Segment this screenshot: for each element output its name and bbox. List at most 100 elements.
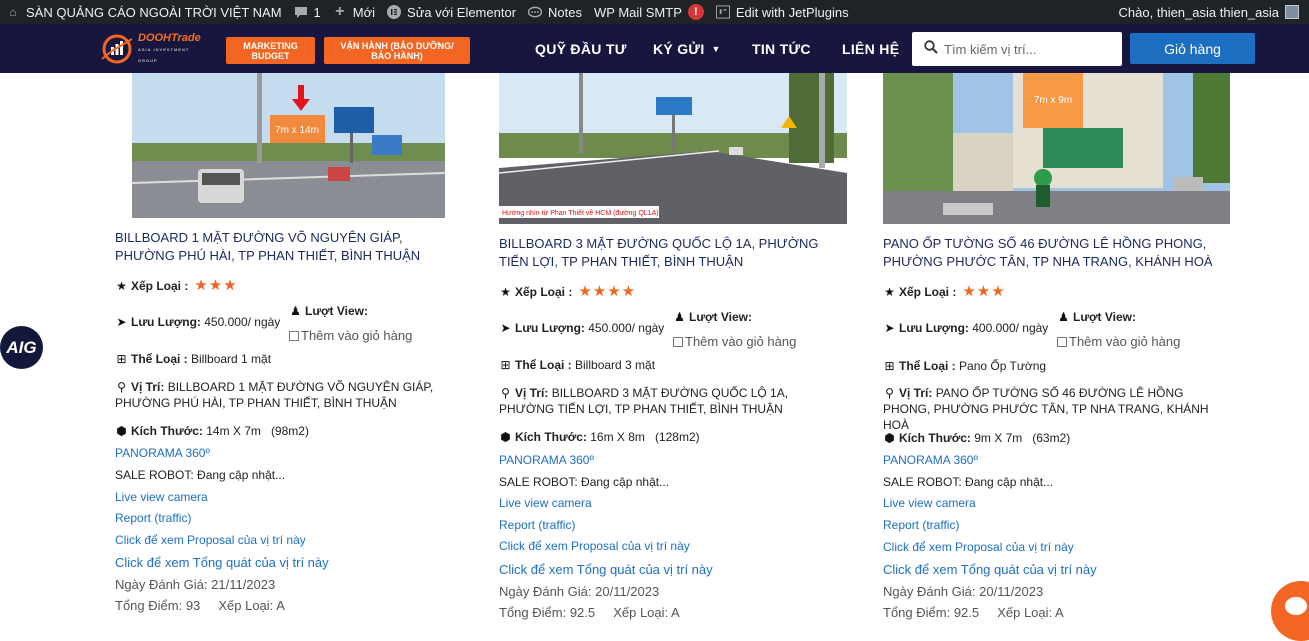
location-label: Vị Trí: [131, 380, 165, 394]
add-to-cart-checkbox[interactable] [289, 331, 299, 341]
paper-plane-icon: ➤ [884, 321, 895, 335]
admin-jetplugins[interactable]: Edit with JetPlugins [710, 0, 855, 24]
nav-label: QUỸ ĐẦU TƯ [535, 41, 627, 57]
search-box [912, 32, 1122, 66]
grade-value: A [671, 605, 680, 620]
size-value: 16m X 8m [590, 430, 645, 444]
traffic-row: ➤ Lưu Lượng: 450.000/ ngày [499, 320, 664, 336]
add-to-cart[interactable]: Thêm vào giỏ hàng [1057, 334, 1180, 350]
cube-icon: ⬢ [500, 430, 511, 444]
report-link[interactable]: Report (traffic) [883, 518, 959, 532]
location-label: Vị Trí: [899, 386, 933, 400]
admin-comments[interactable]: 1 [288, 0, 327, 24]
score-value: 93 [185, 598, 201, 613]
proposal-link[interactable]: Click để xem Proposal của vị trí này [115, 533, 306, 547]
nav-lien-he[interactable]: LIÊN HỆ [842, 41, 899, 57]
location-row: ⚲ Vị Trí: PANO ỐP TƯỜNG SỐ 46 ĐƯỜNG LÊ HỒ… [883, 385, 1223, 433]
overview-link[interactable]: Click để xem Tổng quát của vị trí này [883, 562, 1097, 577]
chat-bubble-icon[interactable] [1271, 581, 1309, 641]
panorama-link[interactable]: PANORAMA 360º [883, 453, 978, 467]
card-title[interactable]: BILLBOARD 3 MẶT ĐƯỜNG QUỐC LỘ 1A, PHƯỜNG… [499, 235, 849, 271]
views-label: Lượt View: [305, 304, 369, 318]
rank-label: Xếp Loại : [131, 279, 189, 293]
score-label: Tổng Điểm: [499, 605, 567, 620]
admin-notes[interactable]: Notes [522, 0, 588, 24]
traffic-label: Lưu Lượng: [515, 321, 585, 335]
eval-date: Ngày Đánh Giá: 20/11/2023 [883, 584, 1043, 599]
add-to-cart-checkbox[interactable] [1057, 337, 1067, 347]
traffic-value: 450.000/ ngày [204, 315, 281, 329]
eval-date-label: Ngày Đánh Giá: [499, 584, 592, 599]
overview-link[interactable]: Click để xem Tổng quát của vị trí này [115, 555, 329, 570]
cube-icon: ⬢ [884, 431, 895, 445]
views-row: ♟ Lượt View: [673, 309, 752, 325]
nav-tin-tuc[interactable]: TIN TỨC [752, 41, 811, 57]
live-camera-link[interactable]: Live view camera [883, 496, 976, 510]
type-label: Thể Loại : [899, 359, 956, 373]
site-logo[interactable]: DOOHTrade ASIA INVESTMENT GROUP [100, 32, 210, 65]
admin-elementor[interactable]: Sửa với Elementor [381, 0, 522, 24]
nav-label: LIÊN HỆ [842, 41, 900, 57]
type-row: ⊞ Thể Loại : Billboard 3 mặt [499, 357, 655, 373]
eval-date-label: Ngày Đánh Giá: [883, 584, 976, 599]
star-icon: ★ [884, 285, 895, 299]
search-input[interactable] [944, 41, 1114, 57]
admin-smtp[interactable]: WP Mail SMTP ! [588, 0, 710, 24]
billboard-photo[interactable]: Hướng nhìn từ Phan Thiết về HCM (đường Q… [499, 73, 847, 224]
billboard-photo[interactable]: 7m x 14m [132, 73, 445, 218]
score-row: Tổng Điểm: 92.5 Xếp Loại: A [883, 605, 1064, 620]
proposal-link[interactable]: Click để xem Proposal của vị trí này [499, 539, 690, 553]
area-value: (98m2) [270, 424, 309, 438]
paper-plane-icon: ➤ [500, 321, 511, 335]
admin-new[interactable]: + Mới [327, 0, 381, 24]
sale-robot-text: SALE ROBOT: Đang cập nhật... [499, 475, 670, 489]
location-value: PANO ỐP TƯỜNG SỐ 46 ĐƯỜNG LÊ HỒNG PHONG,… [883, 386, 1209, 432]
add-to-cart-label: Thêm vào giỏ hàng [301, 328, 413, 343]
card-title[interactable]: PANO ỐP TƯỜNG SỐ 46 ĐƯỜNG LÊ HỒNG PHONG,… [883, 235, 1233, 271]
admin-user[interactable]: Chào, thien_asia thien_asia [1119, 5, 1309, 20]
jetplugins-icon [715, 5, 730, 19]
nav-ky-gui[interactable]: KÝ GỬI ▼ [653, 41, 721, 57]
map-marker-icon: ⚲ [501, 386, 510, 400]
add-to-cart[interactable]: Thêm vào giỏ hàng [673, 334, 796, 350]
aig-logo-badge[interactable]: AIG [0, 326, 43, 369]
admin-site-link[interactable]: ⌂ SÀN QUẢNG CÁO NGOÀI TRỜI VIỆT NAM [0, 0, 288, 24]
add-to-cart-checkbox[interactable] [673, 337, 683, 347]
marketing-budget-button[interactable]: MARKETING BUDGET [226, 37, 315, 64]
score-value: 92.5 [953, 605, 980, 620]
table-icon: ⊞ [116, 352, 127, 366]
proposal-link[interactable]: Click để xem Proposal của vị trí này [883, 540, 1074, 554]
traffic-label: Lưu Lượng: [131, 315, 201, 329]
cart-button[interactable]: Giỏ hàng [1130, 33, 1255, 64]
size-row: ⬢ Kích Thước: 14m X 7m (98m2) [115, 423, 309, 439]
traffic-row: ➤ Lưu Lượng: 450.000/ ngày [115, 314, 280, 330]
user-icon: ♟ [674, 310, 685, 324]
type-value: Billboard 1 mặt [191, 352, 272, 366]
live-camera-link[interactable]: Live view camera [499, 496, 592, 510]
nav-quy-dau-tu[interactable]: QUỸ ĐẦU TƯ [535, 41, 627, 57]
size-label-text: Kích Thước: [131, 424, 203, 438]
score-row: Tổng Điểm: 93 Xếp Loại: A [115, 598, 285, 613]
views-row: ♟ Lượt View: [1057, 309, 1136, 325]
card-title[interactable]: BILLBOARD 1 MẶT ĐƯỜNG VÕ NGUYÊN GIÁP, PH… [115, 229, 465, 265]
add-to-cart[interactable]: Thêm vào giỏ hàng [289, 328, 412, 344]
panorama-link[interactable]: PANORAMA 360º [115, 446, 210, 460]
billboard-photo[interactable]: 7m x 9m [883, 73, 1230, 224]
location-row: ⚲ Vị Trí: BILLBOARD 1 MẶT ĐƯỜNG VÕ NGUYÊN… [115, 379, 435, 411]
photo-caption: Hướng nhìn từ Phan Thiết về HCM (đường Q… [502, 208, 659, 217]
rank-row: ★ Xếp Loại : ★★★ [883, 284, 1006, 300]
traffic-value: 450.000/ ngày [588, 321, 665, 335]
panorama-link[interactable]: PANORAMA 360º [499, 453, 594, 467]
size-label-text: Kích Thước: [899, 431, 971, 445]
chevron-down-icon: ▼ [711, 44, 721, 54]
report-link[interactable]: Report (traffic) [499, 518, 575, 532]
grade-label: Xếp Loại: [218, 598, 274, 613]
report-link[interactable]: Report (traffic) [115, 511, 191, 525]
admin-jetplugins-label: Edit with JetPlugins [735, 4, 849, 20]
score-row: Tổng Điểm: 92.5 Xếp Loại: A [499, 605, 680, 620]
sale-robot-text: SALE ROBOT: Đang cập nhật... [115, 468, 286, 482]
map-marker-icon: ⚲ [117, 380, 126, 394]
live-camera-link[interactable]: Live view camera [115, 490, 208, 504]
overview-link[interactable]: Click để xem Tổng quát của vị trí này [499, 562, 713, 577]
van-hanh-button[interactable]: VẬN HÀNH (BẢO DƯỠNG/ BẢO HÀNH) [324, 37, 470, 64]
